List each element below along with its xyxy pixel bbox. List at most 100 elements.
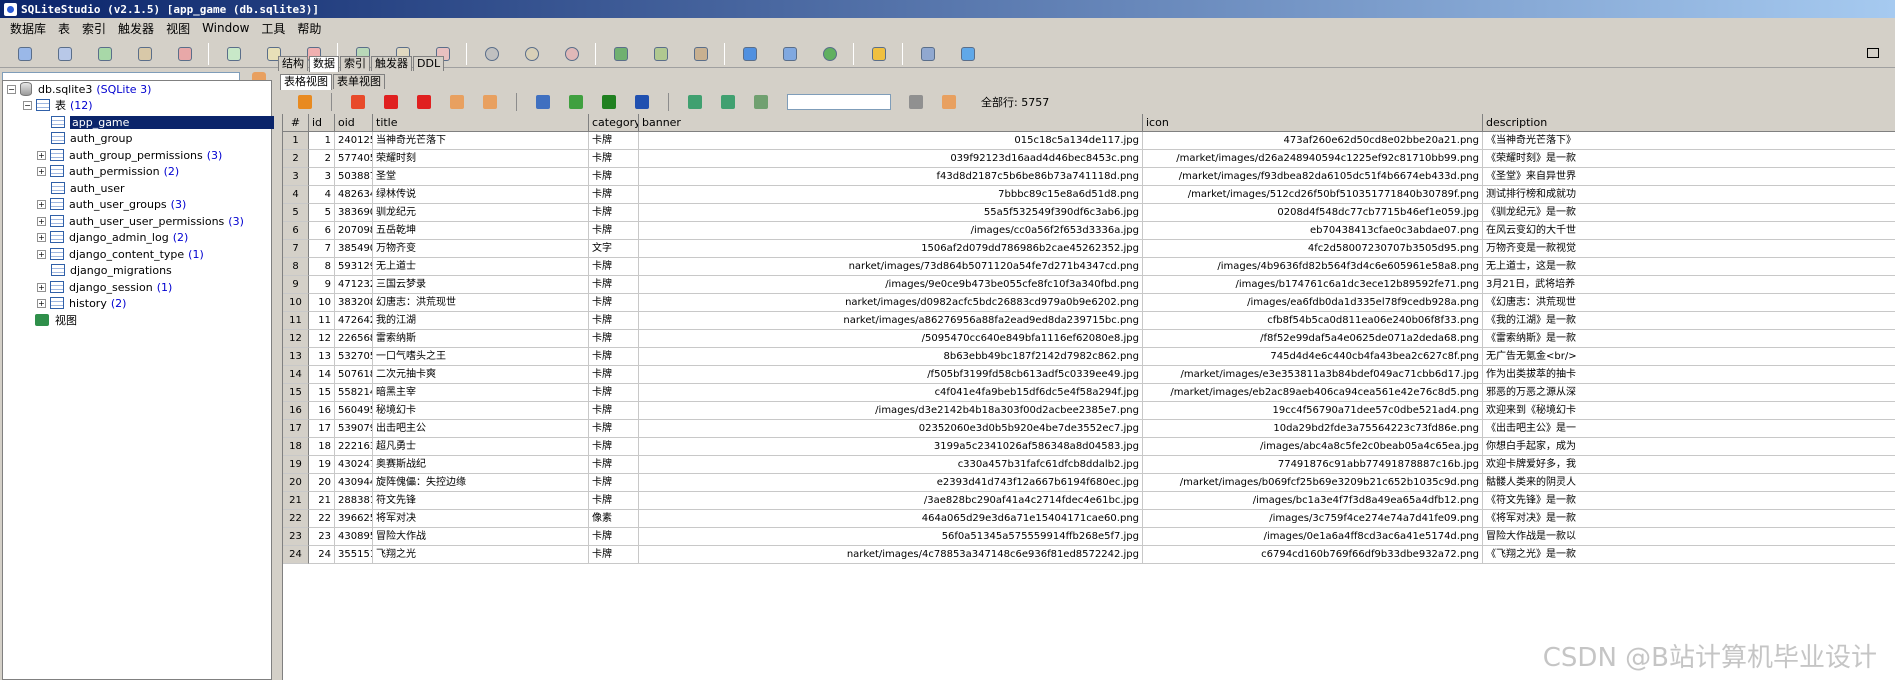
- table-row[interactable]: 10 10 383208 幻唐志：洪荒现世 卡牌 narket/images/d0982a…: [283, 294, 1895, 312]
- cell-category[interactable]: 卡牌: [589, 312, 639, 330]
- cell-banner[interactable]: 55a5f532549f390df6c3ab6.jpg: [639, 204, 1143, 222]
- cell-banner[interactable]: c4f041e4fa9beb15df6dc5e4f58a294f.jpg: [639, 384, 1143, 402]
- cell-id[interactable]: 2: [309, 150, 335, 168]
- cell-icon[interactable]: /images/bc1a3e4f7f3d8a49ea65a4dfb12.png: [1143, 492, 1483, 510]
- cell-oid[interactable]: 482634: [335, 186, 373, 204]
- cell-title[interactable]: 符文先锋: [373, 492, 589, 510]
- cell-description[interactable]: 测试排行榜和成就功: [1483, 186, 1895, 204]
- disconnect-db-button[interactable]: [54, 43, 76, 65]
- collapse-icon[interactable]: −: [7, 84, 16, 94]
- cell-banner[interactable]: 56f0a51345a575559914ffb268e5f7.jpg: [639, 528, 1143, 546]
- cell-category[interactable]: 文字: [589, 240, 639, 258]
- cell-id[interactable]: 20: [309, 474, 335, 492]
- table-row[interactable]: 7 7 385490 万物齐变 文字 1506af2d079dd786986b2cae45…: [283, 240, 1895, 258]
- cell-banner[interactable]: f43d8d2187c5b6be86b73a741118d.png: [639, 168, 1143, 186]
- cell-icon[interactable]: 473af260e62d50cd8e02bbe20a21.png: [1143, 132, 1483, 150]
- remove-db-button[interactable]: [174, 43, 196, 65]
- cell-title[interactable]: 冒险大作战: [373, 528, 589, 546]
- add-row-button[interactable]: [384, 95, 398, 109]
- cell-banner[interactable]: narket/images/a86276956a88fa2ead9ed8da23…: [639, 312, 1143, 330]
- cell-banner[interactable]: narket/images/d0982acfc5bdc26883cd979a0b…: [639, 294, 1143, 312]
- cell-category[interactable]: 卡牌: [589, 420, 639, 438]
- cell-row-number[interactable]: 3: [283, 168, 309, 186]
- cell-id[interactable]: 5: [309, 204, 335, 222]
- cell-row-number[interactable]: 23: [283, 528, 309, 546]
- settings-button[interactable]: [917, 43, 939, 65]
- cell-oid[interactable]: 222163: [335, 438, 373, 456]
- table-row[interactable]: 23 23 430895 冒险大作战 卡牌 56f0a51345a575559914ffb…: [283, 528, 1895, 546]
- cell-row-number[interactable]: 10: [283, 294, 309, 312]
- commit-button[interactable]: [450, 95, 464, 109]
- expand-icon[interactable]: +: [37, 298, 46, 308]
- cell-category[interactable]: 卡牌: [589, 474, 639, 492]
- cell-row-number[interactable]: 19: [283, 456, 309, 474]
- cell-icon[interactable]: /market/images/f93dbea82da6105dc51f4b667…: [1143, 168, 1483, 186]
- cell-title[interactable]: 荣耀时刻: [373, 150, 589, 168]
- cell-id[interactable]: 14: [309, 366, 335, 384]
- cell-id[interactable]: 7: [309, 240, 335, 258]
- table-row[interactable]: 9 9 471232 三国云梦录 卡牌/images/9e0ce9b473be055cf…: [283, 276, 1895, 294]
- sql-editor-button[interactable]: [868, 43, 890, 65]
- data-grid[interactable]: # id oid title category banner icon description…: [282, 114, 1895, 680]
- column-header-banner[interactable]: banner: [639, 114, 1143, 132]
- cell-banner[interactable]: e2393d41d743f12a667b6194f680ec.jpg: [639, 474, 1143, 492]
- cell-id[interactable]: 17: [309, 420, 335, 438]
- cell-description[interactable]: 《雷索纳斯》是一款: [1483, 330, 1895, 348]
- table-row[interactable]: 18 18 222163 超凡勇士 卡牌 3199a5c2341026af586348a8…: [283, 438, 1895, 456]
- clear-filter-icon[interactable]: [942, 95, 956, 109]
- cell-title[interactable]: 出击吧主公: [373, 420, 589, 438]
- table-row[interactable]: 12 12 226568 雷索纳斯 卡牌/5095470cc640e849bfa1116…: [283, 330, 1895, 348]
- tile-windows-button[interactable]: [739, 43, 761, 65]
- cell-oid[interactable]: 226568: [335, 330, 373, 348]
- cell-id[interactable]: 23: [309, 528, 335, 546]
- cell-title[interactable]: 秘境幻卡: [373, 402, 589, 420]
- cell-oid[interactable]: 507618: [335, 366, 373, 384]
- cell-description[interactable]: 在风云变幻的大千世: [1483, 222, 1895, 240]
- cell-category[interactable]: 卡牌: [589, 528, 639, 546]
- cell-id[interactable]: 16: [309, 402, 335, 420]
- tab-index[interactable]: 索引: [340, 56, 370, 71]
- cell-icon[interactable]: /images/3c759f4ce274e74a7d41fe09.png: [1143, 510, 1483, 528]
- expand-icon[interactable]: +: [37, 166, 46, 176]
- delete-view-button[interactable]: [690, 43, 712, 65]
- table-row[interactable]: 14 14 507618 二次元抽卡爽 卡牌/f505bf3199fd58cb613ad…: [283, 366, 1895, 384]
- cell-category[interactable]: 卡牌: [589, 186, 639, 204]
- new-trigger-button[interactable]: [481, 43, 503, 65]
- cascade-windows-button[interactable]: [779, 43, 801, 65]
- edit-trigger-button[interactable]: [521, 43, 543, 65]
- cell-description[interactable]: 《我的江湖》是一款: [1483, 312, 1895, 330]
- tree-table-django-admin-log[interactable]: + django_admin_log (2): [37, 229, 188, 245]
- tree-table-auth-group-permissions[interactable]: + auth_group_permissions (3): [37, 147, 222, 163]
- table-row[interactable]: 8 8 593129 无上道士 卡牌 narket/images/73d864b50711…: [283, 258, 1895, 276]
- grid-fit-button[interactable]: [688, 95, 702, 109]
- tree-table-auth-user-user-permissions[interactable]: + auth_user_user_permissions (3): [37, 213, 244, 229]
- expand-icon[interactable]: +: [37, 249, 46, 259]
- cell-category[interactable]: 卡牌: [589, 132, 639, 150]
- cell-oid[interactable]: 472642: [335, 312, 373, 330]
- cell-id[interactable]: 11: [309, 312, 335, 330]
- grid-expand-button[interactable]: [721, 95, 735, 109]
- cell-row-number[interactable]: 24: [283, 546, 309, 564]
- cell-icon[interactable]: /market/images/512cd26f50bf510351771840b…: [1143, 186, 1483, 204]
- tab-structure[interactable]: 结构: [278, 56, 308, 71]
- cell-title[interactable]: 飞翔之光: [373, 546, 589, 564]
- cell-category[interactable]: 卡牌: [589, 438, 639, 456]
- cell-icon[interactable]: /market/images/b069fcf25b69e3209b21c652b…: [1143, 474, 1483, 492]
- tree-table-auth-user-groups[interactable]: + auth_user_groups (3): [37, 196, 186, 212]
- cell-description[interactable]: 作为出类拔萃的抽卡: [1483, 366, 1895, 384]
- table-row[interactable]: 15 15 558214 暗黑主宰 卡牌 c4f041e4fa9beb15df6dc5e4…: [283, 384, 1895, 402]
- cell-icon[interactable]: /market/images/d26a248940594c1225ef92c81…: [1143, 150, 1483, 168]
- tree-database-node[interactable]: − db.sqlite3 (SQLite 3): [7, 81, 151, 97]
- restore-window-icon[interactable]: [1867, 48, 1879, 58]
- collapse-icon[interactable]: −: [23, 100, 32, 110]
- cell-id[interactable]: 18: [309, 438, 335, 456]
- next-page-button[interactable]: [602, 95, 616, 109]
- refresh-button[interactable]: [819, 43, 841, 65]
- first-page-button[interactable]: [536, 95, 550, 109]
- cell-id[interactable]: 21: [309, 492, 335, 510]
- cell-row-number[interactable]: 20: [283, 474, 309, 492]
- cell-icon[interactable]: 77491876c91abb77491878887c16b.jpg: [1143, 456, 1483, 474]
- cell-row-number[interactable]: 9: [283, 276, 309, 294]
- menu-window[interactable]: Window: [196, 21, 255, 35]
- cell-id[interactable]: 1: [309, 132, 335, 150]
